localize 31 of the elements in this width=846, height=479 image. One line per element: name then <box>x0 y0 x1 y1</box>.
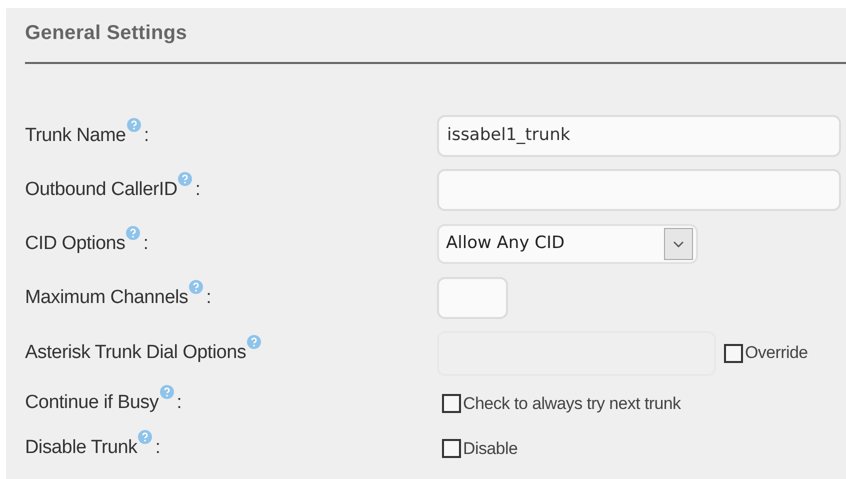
help-icon[interactable] <box>160 385 174 400</box>
help-icon[interactable] <box>189 280 204 294</box>
checkbox[interactable] <box>442 394 461 413</box>
field-label: Maximum Channels <box>25 286 188 310</box>
field-label: Disable Trunk <box>25 436 138 460</box>
text-field[interactable]: issabel1_trunk <box>437 115 841 157</box>
checkbox-label: Disable <box>463 438 518 460</box>
label-colon: : <box>206 286 212 310</box>
checkbox-label: Check to always try next trunk <box>463 392 681 415</box>
help-icon[interactable] <box>178 172 192 186</box>
field-label: Outbound CallerID <box>25 178 178 202</box>
panel-title: General Settings <box>25 21 188 46</box>
label-colon: : <box>195 178 201 202</box>
label-colon: : <box>176 391 182 416</box>
field-label: CID Options <box>25 232 126 256</box>
help-icon[interactable] <box>126 226 140 240</box>
label-colon: : <box>144 124 150 148</box>
text-field[interactable] <box>437 169 841 211</box>
label-colon: : <box>155 436 161 460</box>
help-icon[interactable] <box>126 118 141 132</box>
label-colon: : <box>143 232 148 256</box>
text-field[interactable] <box>437 277 508 319</box>
field-label: Continue if Busy <box>25 391 159 416</box>
help-icon[interactable] <box>138 430 152 444</box>
checkbox[interactable] <box>442 439 461 458</box>
checkbox-label: Override <box>745 342 808 364</box>
dropdown[interactable]: Allow Any CID <box>437 224 698 264</box>
caret-icon <box>664 228 693 260</box>
field-label: Trunk Name <box>25 124 126 148</box>
help-icon[interactable] <box>247 334 262 349</box>
field-label: Asterisk Trunk Dial Options <box>25 340 246 365</box>
